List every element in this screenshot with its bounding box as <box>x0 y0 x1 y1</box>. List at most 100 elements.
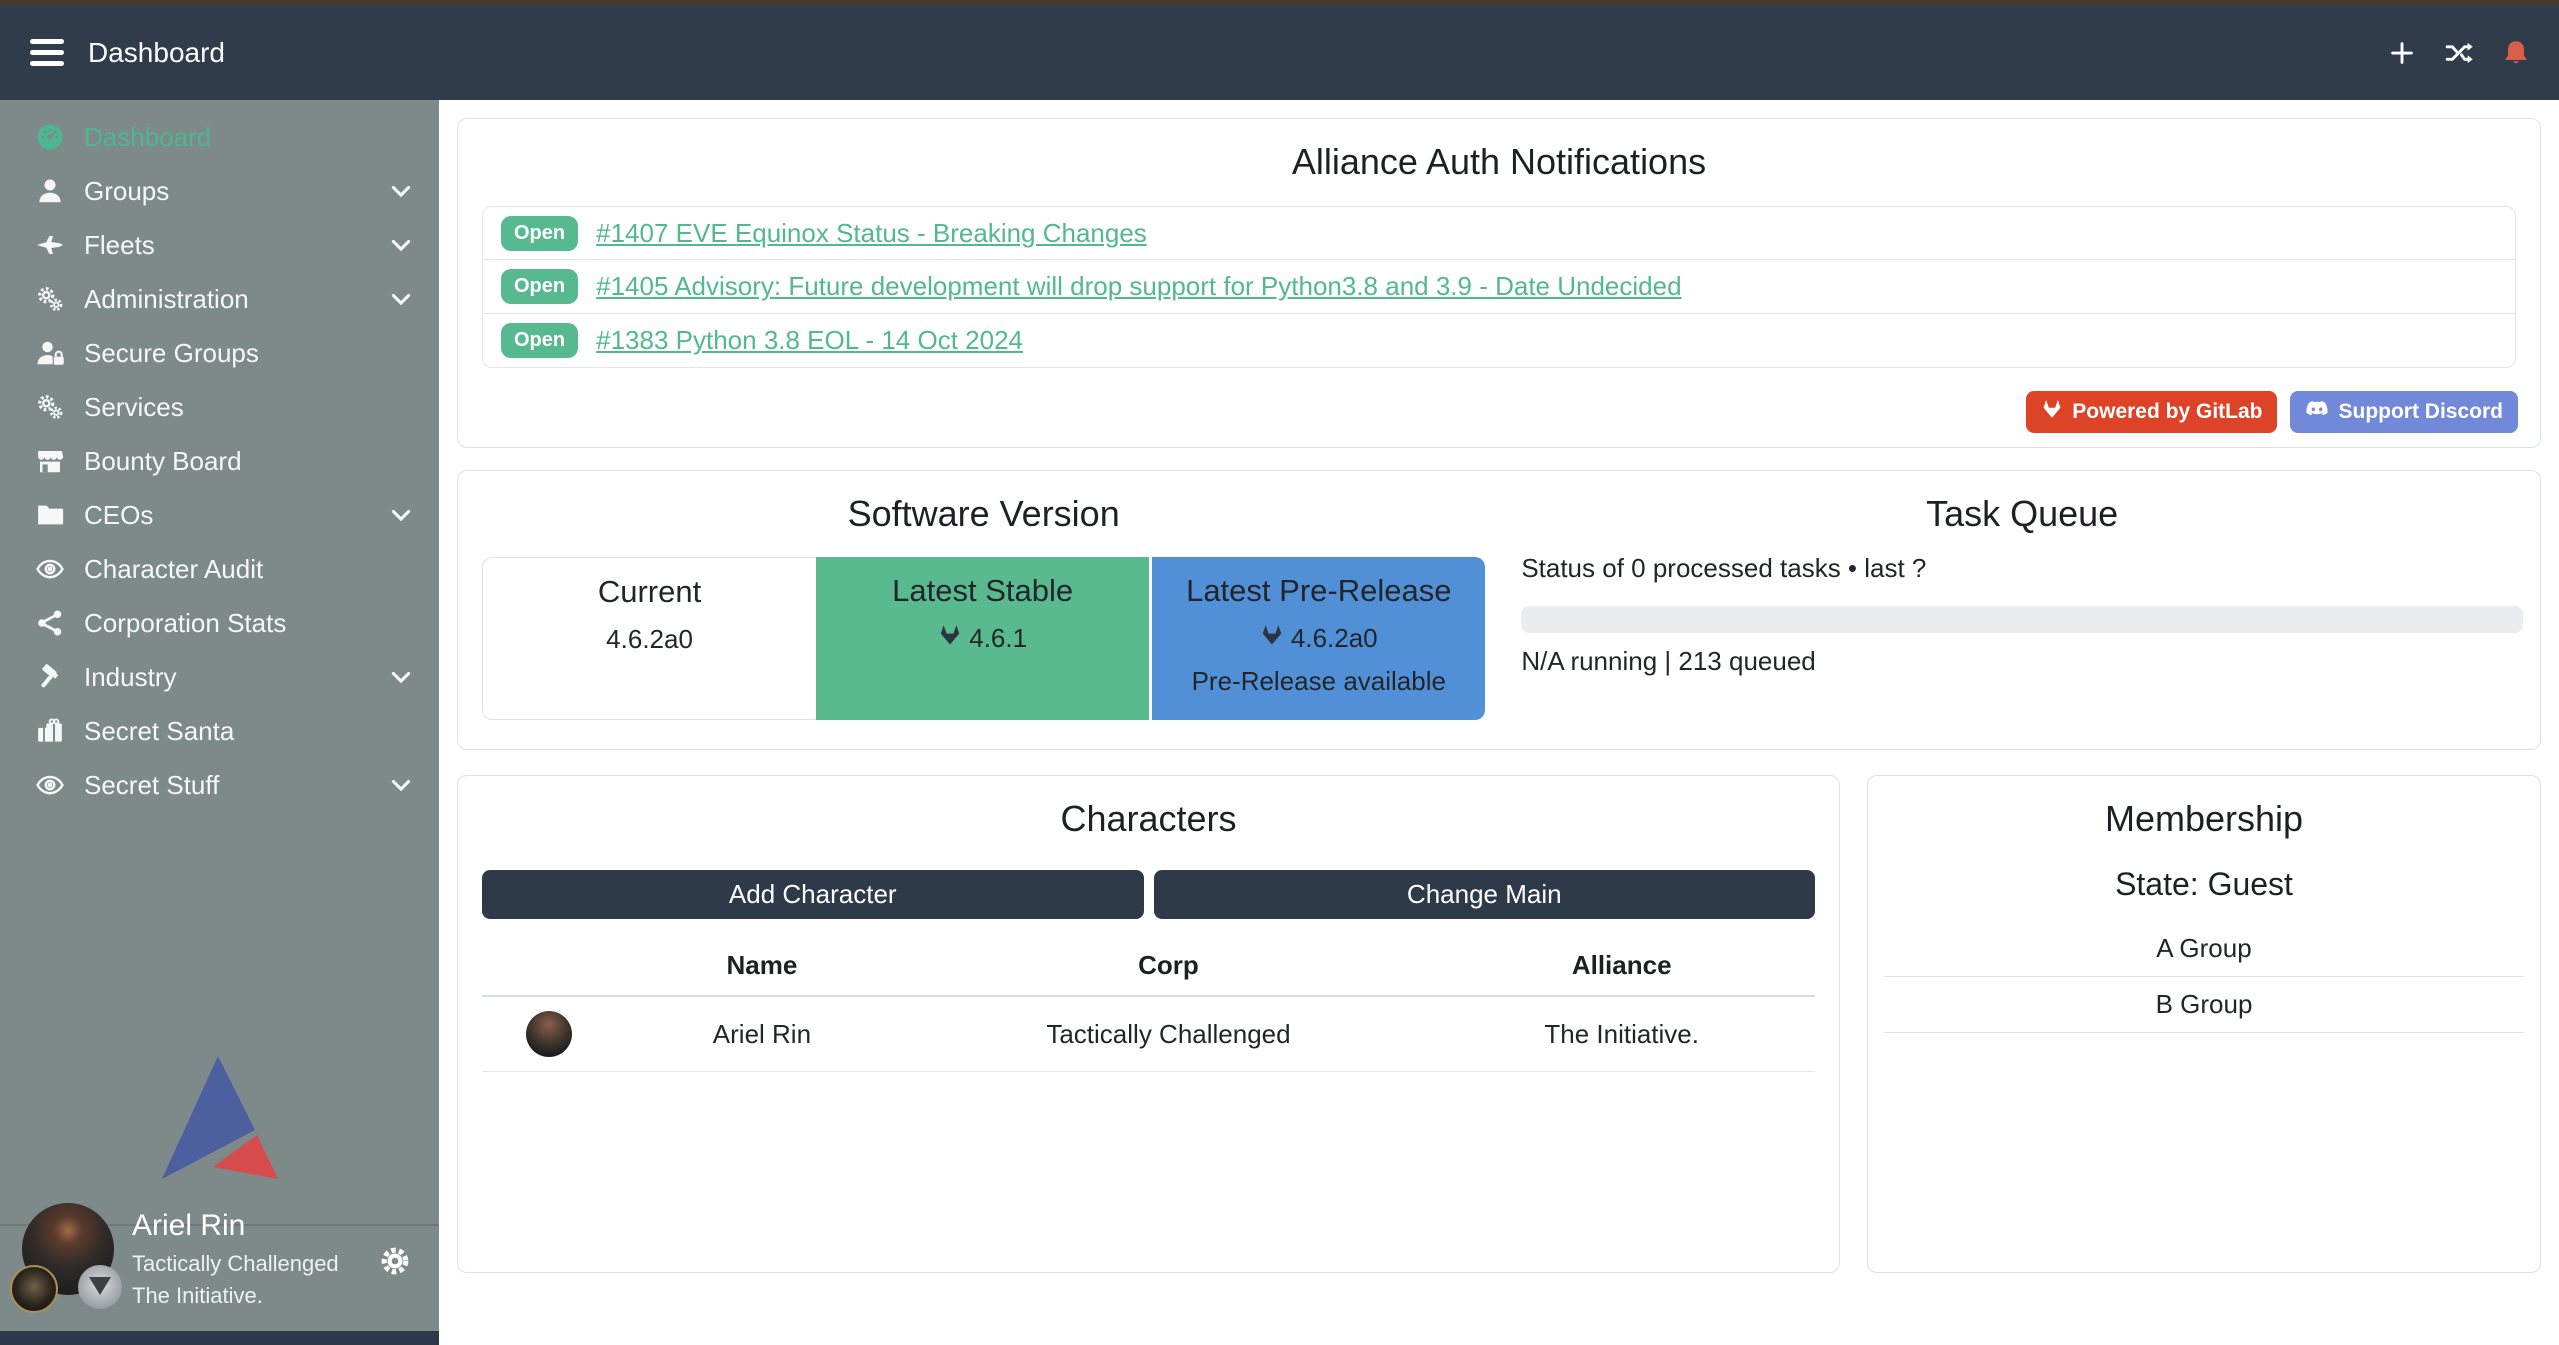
main-content: Alliance Auth Notifications Open #1407 E… <box>439 100 2559 1345</box>
user-icon <box>33 176 67 206</box>
sidebar-nav: Dashboard Groups Fleets <box>0 110 439 812</box>
version-note: Pre-Release available <box>1152 666 1485 697</box>
status-badge: Open <box>501 323 578 358</box>
topbar-actions <box>2387 38 2531 68</box>
cogs-icon <box>33 392 67 422</box>
plus-icon[interactable] <box>2387 38 2417 68</box>
notification-link[interactable]: #1383 Python 3.8 EOL - 14 Oct 2024 <box>596 325 1023 356</box>
sidebar-item-administration[interactable]: Administration <box>0 272 439 326</box>
membership-title: Membership <box>1868 776 2540 840</box>
version-boxes: Current 4.6.2a0 Latest Stable 4.6.1 Late… <box>482 557 1485 720</box>
version-value: 4.6.1 <box>969 623 1027 654</box>
gifts-icon <box>33 716 67 746</box>
version-value: 4.6.2a0 <box>1291 623 1378 654</box>
user-corp: Tactically Challenged <box>132 1251 339 1277</box>
characters-actions: Add Character Change Main <box>482 870 1815 919</box>
support-discord-button[interactable]: Support Discord <box>2290 391 2518 433</box>
store-icon <box>33 446 67 476</box>
eye-icon <box>33 770 67 800</box>
user-info: Ariel Rin Tactically Challenged The Init… <box>132 1209 339 1309</box>
shuffle-icon[interactable] <box>2443 38 2475 68</box>
chevron-down-icon <box>387 285 415 313</box>
version-label: Latest Stable <box>816 573 1149 609</box>
sidebar-item-industry[interactable]: Industry <box>0 650 439 704</box>
add-character-button[interactable]: Add Character <box>482 870 1144 919</box>
sidebar-item-label: Secret Stuff <box>84 770 219 801</box>
column-header-corp: Corp <box>909 950 1429 981</box>
list-item: Open #1383 Python 3.8 EOL - 14 Oct 2024 <box>482 314 2516 368</box>
membership-panel: Membership State: Guest A Group B Group <box>1867 775 2541 1273</box>
share-icon <box>33 608 67 638</box>
sidebar-item-secret-stuff[interactable]: Secret Stuff <box>0 758 439 812</box>
list-item: B Group <box>1884 977 2524 1033</box>
sidebar-item-secure-groups[interactable]: Secure Groups <box>0 326 439 380</box>
version-current: Current 4.6.2a0 <box>482 557 816 720</box>
bottom-row: Characters Add Character Change Main Nam… <box>457 775 2541 1273</box>
notifications-footer: Powered by GitLab Support Discord <box>2026 391 2518 433</box>
table-header-row: Name Corp Alliance <box>482 935 1815 997</box>
sidebar-item-corporation-stats[interactable]: Corporation Stats <box>0 596 439 650</box>
sidebar-item-dashboard[interactable]: Dashboard <box>0 110 439 164</box>
notification-link[interactable]: #1407 EVE Equinox Status - Breaking Chan… <box>596 218 1147 249</box>
version-latest-stable: Latest Stable 4.6.1 <box>816 557 1149 720</box>
task-queue-counts: N/A running | 213 queued <box>1521 646 2523 677</box>
gear-icon[interactable] <box>377 1243 413 1284</box>
list-item: A Group <box>1884 921 2524 977</box>
sidebar-item-label: Fleets <box>84 230 155 261</box>
character-avatar <box>526 1011 572 1057</box>
sidebar-item-services[interactable]: Services <box>0 380 439 434</box>
change-main-button[interactable]: Change Main <box>1154 870 1816 919</box>
table-row: Ariel Rin Tactically Challenged The Init… <box>482 997 1815 1072</box>
fighter-jet-icon <box>33 230 67 260</box>
software-version-title: Software Version <box>482 471 1485 535</box>
gitlab-icon <box>1260 623 1284 654</box>
status-badge: Open <box>501 216 578 251</box>
chevron-down-icon <box>387 663 415 691</box>
sidebar-item-fleets[interactable]: Fleets <box>0 218 439 272</box>
sidebar: Dashboard Groups Fleets <box>0 100 439 1345</box>
characters-table: Name Corp Alliance Ariel Rin Tactically … <box>482 935 1815 1072</box>
sidebar-item-label: Services <box>84 392 184 423</box>
list-item: Open #1405 Advisory: Future development … <box>482 260 2516 314</box>
user-alliance: The Initiative. <box>132 1283 339 1309</box>
software-version-section: Software Version Current 4.6.2a0 Latest … <box>458 471 1507 749</box>
sidebar-item-groups[interactable]: Groups <box>0 164 439 218</box>
column-header-name: Name <box>615 950 908 981</box>
corp-logo <box>10 1265 58 1313</box>
folder-icon <box>33 500 67 530</box>
sidebar-item-character-audit[interactable]: Character Audit <box>0 542 439 596</box>
task-queue-section: Task Queue Status of 0 processed tasks •… <box>1507 471 2540 749</box>
user-lock-icon <box>33 338 67 368</box>
sidebar-item-label: Industry <box>84 662 177 693</box>
membership-state: State: Guest <box>1868 866 2540 903</box>
notification-link[interactable]: #1405 Advisory: Future development will … <box>596 271 1681 302</box>
chevron-down-icon <box>387 177 415 205</box>
characters-panel: Characters Add Character Change Main Nam… <box>457 775 1840 1273</box>
notifications-panel: Alliance Auth Notifications Open #1407 E… <box>457 118 2541 448</box>
notifications-list: Open #1407 EVE Equinox Status - Breaking… <box>482 206 2516 368</box>
characters-title: Characters <box>458 776 1839 840</box>
sidebar-item-label: Corporation Stats <box>84 608 286 639</box>
membership-groups-list: A Group B Group <box>1884 921 2524 1033</box>
menu-icon[interactable] <box>30 39 64 66</box>
alliance-logo <box>78 1265 122 1309</box>
user-panel[interactable]: Ariel Rin Tactically Challenged The Init… <box>0 1199 439 1331</box>
badge-label: Powered by GitLab <box>2072 400 2262 424</box>
list-item: Open #1407 EVE Equinox Status - Breaking… <box>482 206 2516 260</box>
sidebar-item-secret-santa[interactable]: Secret Santa <box>0 704 439 758</box>
task-queue-status: Status of 0 processed tasks • last ? <box>1521 553 2523 584</box>
badge-label: Support Discord <box>2338 400 2503 424</box>
avatar <box>12 1203 132 1329</box>
sidebar-item-bounty-board[interactable]: Bounty Board <box>0 434 439 488</box>
sidebar-bottom-bar <box>0 1331 439 1345</box>
powered-by-gitlab-button[interactable]: Powered by GitLab <box>2026 391 2277 433</box>
bell-icon[interactable] <box>2501 38 2531 68</box>
cogs-icon <box>33 284 67 314</box>
cell-character-name: Ariel Rin <box>615 1019 908 1050</box>
gitlab-icon <box>2041 398 2063 426</box>
sidebar-item-ceos[interactable]: CEOs <box>0 488 439 542</box>
sidebar-item-label: Administration <box>84 284 249 315</box>
cell-character-corp: Tactically Challenged <box>909 1019 1429 1050</box>
status-badge: Open <box>501 269 578 304</box>
sidebar-item-label: CEOs <box>84 500 153 531</box>
